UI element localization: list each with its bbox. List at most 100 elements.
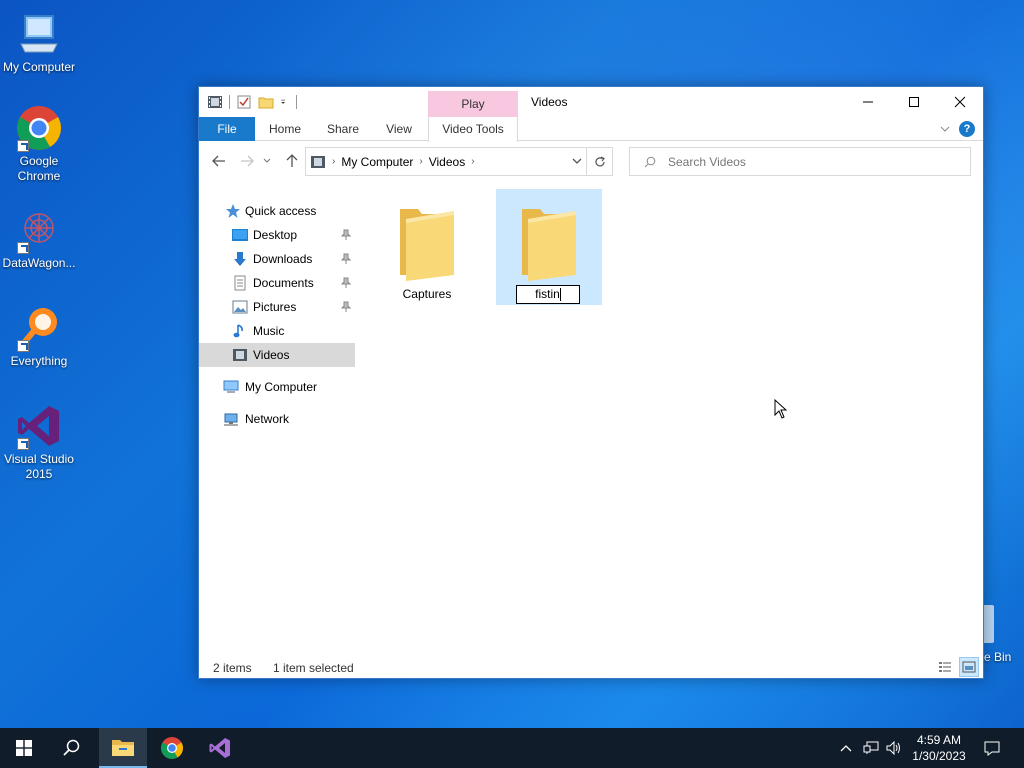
nav-item-music[interactable]: Music [199, 319, 355, 343]
volume-tray-button[interactable] [884, 728, 904, 768]
network-tray-button[interactable] [860, 728, 882, 768]
refresh-button[interactable] [586, 148, 612, 175]
maximize-button[interactable] [891, 87, 937, 117]
taskbar-chrome[interactable] [148, 728, 196, 768]
nav-item-desktop[interactable]: Desktop [199, 223, 355, 247]
close-button[interactable] [937, 87, 983, 117]
pin-icon[interactable] [340, 253, 352, 265]
large-icons-view-button[interactable] [959, 657, 979, 677]
taskbar-file-explorer[interactable] [99, 728, 147, 768]
back-arrow-icon [212, 155, 225, 167]
tab-video-tools[interactable]: Video Tools [428, 117, 518, 142]
nav-item-downloads[interactable]: Downloads [199, 247, 355, 271]
nav-item-pictures[interactable]: Pictures [199, 295, 355, 319]
mouse-cursor-icon [774, 399, 788, 419]
datawagon-icon [15, 206, 63, 254]
action-center-button[interactable] [978, 728, 1006, 768]
desktop-icon-datawagon[interactable]: DataWagon... [0, 206, 78, 271]
music-icon [233, 324, 243, 338]
taskbar-search-button[interactable] [48, 728, 96, 768]
search-input[interactable]: Search Videos [629, 147, 971, 176]
expand-ribbon-icon[interactable] [939, 123, 951, 135]
computer-icon [223, 380, 239, 393]
nav-my-computer[interactable]: My Computer [199, 375, 355, 399]
breadcrumb-separator[interactable]: › [471, 156, 474, 167]
customize-qat-icon[interactable] [280, 94, 290, 110]
breadcrumb-separator[interactable]: › [332, 156, 335, 167]
help-icon[interactable]: ? [959, 121, 975, 137]
taskbar-clock[interactable]: 4:59 AM 1/30/2023 [904, 732, 974, 764]
chevron-down-icon [572, 158, 582, 164]
desktop-icon-google-chrome[interactable]: Google Chrome [0, 104, 78, 184]
nav-label: Music [253, 324, 285, 338]
properties-icon[interactable] [236, 94, 252, 110]
videos-folder-icon [311, 155, 325, 168]
start-button[interactable] [0, 728, 48, 768]
desktop-icon-visual-studio[interactable]: Visual Studio 2015 [0, 402, 78, 482]
navigation-pane: Quick access Desktop Downloads Documents [199, 195, 359, 665]
tab-share[interactable]: Share [319, 117, 367, 141]
tab-home[interactable]: Home [261, 117, 309, 141]
file-list-pane[interactable]: Captures fistin [364, 183, 978, 661]
title-bar[interactable]: Play Videos [199, 87, 983, 117]
desktop-icon-my-computer[interactable]: My Computer [0, 10, 78, 75]
rename-input[interactable]: fistin [516, 285, 580, 304]
address-bar[interactable]: › My Computer › Videos › [305, 147, 613, 176]
tab-file[interactable]: File [199, 117, 255, 141]
nav-label: Desktop [253, 228, 298, 242]
documents-icon [234, 275, 246, 291]
show-hidden-icons-button[interactable] [836, 728, 856, 768]
contextual-tab-group-play: Play [428, 91, 518, 117]
navigation-bar: › My Computer › Videos › Search Videos [199, 141, 983, 181]
chevron-up-icon [840, 745, 852, 752]
downloads-icon [234, 252, 246, 266]
shortcut-arrow-icon [17, 340, 29, 352]
everything-search-icon [15, 304, 63, 352]
tab-view[interactable]: View [375, 117, 423, 141]
search-icon [63, 739, 80, 756]
nav-quick-access[interactable]: Quick access [199, 199, 355, 223]
breadcrumb-separator[interactable]: › [419, 156, 422, 167]
breadcrumb-my-computer[interactable]: My Computer [341, 155, 413, 169]
selection-count: 1 item selected [273, 661, 354, 675]
nav-label: Downloads [253, 252, 313, 266]
desktop-icon-everything[interactable]: Everything [0, 304, 78, 369]
address-history-dropdown[interactable] [572, 154, 582, 168]
pictures-icon [232, 300, 248, 314]
videos-folder-icon [233, 349, 247, 361]
taskbar-visual-studio[interactable] [196, 728, 244, 768]
forward-button[interactable] [237, 151, 257, 171]
refresh-icon [594, 155, 605, 166]
clock-time: 4:59 AM [916, 733, 962, 747]
close-icon [954, 96, 966, 108]
item-count: 2 items [213, 661, 252, 675]
nav-item-documents[interactable]: Documents [199, 271, 355, 295]
folder-item-selected[interactable]: fistin [496, 189, 602, 305]
pin-icon[interactable] [340, 301, 352, 313]
desktop-folder-icon [232, 229, 248, 241]
nav-network[interactable]: Network [199, 407, 355, 431]
ribbon-controls: ? [939, 121, 975, 137]
minimize-icon [863, 101, 873, 103]
new-folder-icon[interactable] [258, 94, 274, 110]
up-button[interactable] [282, 151, 302, 171]
minimize-button[interactable] [845, 87, 891, 117]
up-arrow-icon [286, 154, 298, 167]
text-caret [559, 288, 561, 302]
chevron-down-icon [263, 158, 271, 163]
ribbon-tabs: File Home Share View Video Tools ? [199, 117, 983, 142]
breadcrumb-videos[interactable]: Videos [429, 155, 465, 169]
back-button[interactable] [209, 151, 229, 171]
desktop-icon-label: DataWagon... [2, 256, 76, 270]
folder-item[interactable]: Captures [374, 189, 480, 305]
file-explorer-window[interactable]: Play Videos File Home Share View Video T… [198, 86, 984, 679]
recent-locations-button[interactable] [261, 151, 273, 171]
details-view-button[interactable] [935, 657, 955, 677]
large-icons-view-icon [962, 661, 976, 673]
pin-icon[interactable] [340, 277, 352, 289]
search-placeholder: Search Videos [668, 154, 746, 169]
recycle-bin-label: e Bin [984, 650, 1012, 664]
nav-item-videos[interactable]: Videos [199, 343, 355, 367]
pin-icon[interactable] [340, 229, 352, 241]
desktop-icon-label: Everything [10, 354, 68, 368]
